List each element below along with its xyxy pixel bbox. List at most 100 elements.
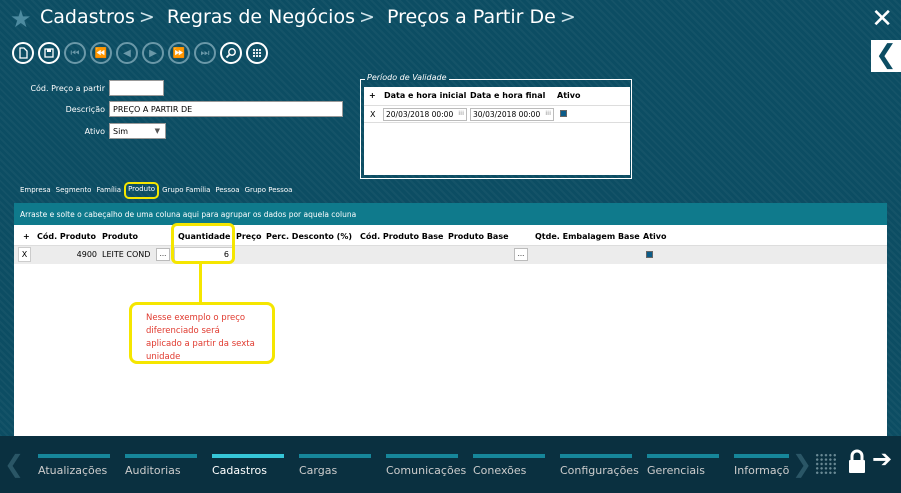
previous-icon[interactable]: ◀ [116,42,138,64]
tab-empresa[interactable]: Empresa [20,186,51,197]
nav-comunicacoes[interactable]: Comunicações [386,454,473,477]
periodo-ativo-checkbox[interactable] [560,110,567,117]
breadcrumb-item-regras[interactable]: Regras de Negócios [167,6,355,28]
tab-grupo-pessoa[interactable]: Grupo Pessoa [245,186,293,197]
nav-atualizacoes[interactable]: Atualizações [38,454,125,477]
callout-note: Nesse exemplo o preço diferenciado será … [129,302,275,364]
nav-label: Gerenciais [647,464,705,477]
nav-cadastros[interactable]: Cadastros [212,454,299,477]
breadcrumb-separator: > [358,6,375,28]
nav-bar [647,454,719,458]
periodo-title: Período de Validade [365,73,449,82]
row-remove-button[interactable]: X [18,247,31,262]
col-produto[interactable]: Produto [102,232,138,241]
periodo-grid: + Data e hora inicial Data e hora final … [364,87,630,175]
grid-header-row: + Cód. Produto Produto Quantidade Preço … [14,228,887,246]
col-qtde-embalagem[interactable]: Qtde. Embalagem Base [535,232,640,241]
nav-bar [299,454,371,458]
grid-view-icon[interactable] [246,42,268,64]
close-icon[interactable]: ✕ [871,4,893,34]
nav-bar [734,454,789,458]
header: ★ Cadastros > Regras de Negócios > Preços … [0,0,901,40]
nav-gerenciais[interactable]: Gerenciais [647,454,734,477]
chevron-down-icon: ▼ [154,127,160,135]
produto-lookup-button[interactable]: ... [156,248,170,261]
tab-produto[interactable]: Produto [124,182,160,199]
periodo-inicio-value: 20/03/2018 00:00 [386,110,454,119]
nav-label: Informações [734,464,789,477]
search-icon[interactable] [220,42,242,64]
quantidade-highlight [171,223,235,264]
periodo-inicio-input[interactable]: 20/03/2018 00:00 ⁞⁞⁞ [383,108,467,121]
cod-preco-label: Cód. Preço a partir [30,84,105,93]
periodo-add-button[interactable]: + [369,91,376,100]
next-icon[interactable]: ▶ [142,42,164,64]
periodo-fim-input[interactable]: 30/03/2018 00:00 ⁞⁞⁞ [470,108,554,121]
cell-produto[interactable]: LEITE COND [102,250,150,259]
apps-grid-icon[interactable] [815,453,837,475]
produto-base-lookup-button[interactable]: ... [514,248,528,261]
nav-label: Cadastros [212,464,267,477]
ativo-label: Ativo [84,127,105,136]
nav-bar [38,454,110,458]
periodo-header-ativo[interactable]: Ativo [557,91,580,100]
periodo-remove-button[interactable]: X [370,110,375,119]
breadcrumb-item-cadastros[interactable]: Cadastros [40,6,135,28]
ativo-select[interactable]: Sim ▼ [109,123,166,139]
new-document-icon[interactable] [12,42,34,64]
nav-bar [212,454,284,458]
col-produto-base[interactable]: Produto Base [448,232,509,241]
breadcrumb-item-precos: Preços a Partir De [386,6,556,28]
col-cod-produto-base[interactable]: Cód. Produto Base [360,232,443,241]
tab-segmento[interactable]: Segmento [56,186,92,197]
nav-informacoes[interactable]: Informações [734,454,789,477]
row-ativo-checkbox[interactable] [646,251,653,258]
favorite-star-icon[interactable]: ★ [10,5,32,33]
nav-bar [125,454,197,458]
rewind-icon[interactable]: ⏪ [90,42,112,64]
cell-cod-produto[interactable]: 4900 [37,250,97,259]
descricao-label: Descrição [65,105,105,114]
back-button[interactable]: ❮ [871,40,901,72]
cod-preco-input[interactable] [109,80,164,96]
breadcrumb-separator: > [559,6,576,28]
scroll-left-icon[interactable]: ❮ [4,450,24,478]
tab-bar: Empresa Segmento Família Produto Grupo F… [20,182,297,199]
nav-configuracoes[interactable]: Configurações [560,454,647,477]
breadcrumb: Cadastros > Regras de Negócios > Preços a … [40,6,582,28]
first-record-icon[interactable]: ⏮ [64,42,86,64]
scroll-right-icon[interactable]: ❯ [792,450,812,478]
col-perc-desconto[interactable]: Perc. Desconto (%) [266,232,352,241]
periodo-fim-value: 30/03/2018 00:00 [473,110,541,119]
nav-cargas[interactable]: Cargas [299,454,386,477]
nav-conexoes[interactable]: Conexões [473,454,560,477]
module-list: Atualizações Auditorias Cadastros Cargas… [38,454,789,477]
col-ativo[interactable]: Ativo [643,232,666,241]
callout-connector [199,264,202,302]
tab-grupo-familia[interactable]: Grupo Família [162,186,210,197]
nav-label: Comunicações [386,464,467,477]
group-panel[interactable]: Arraste e solte o cabeçalho de uma colun… [14,203,887,225]
periodo-header-inicio[interactable]: Data e hora inicial [384,91,466,100]
ativo-select-value: Sim [113,127,129,136]
save-icon[interactable] [38,42,60,64]
nav-auditorias[interactable]: Auditorias [125,454,212,477]
lock-icon[interactable] [846,448,868,476]
descricao-input[interactable]: PREÇO A PARTIR DE [109,101,343,117]
tab-pessoa[interactable]: Pessoa [215,186,239,197]
tab-familia[interactable]: Família [96,186,121,197]
bottom-nav: ❮ Atualizações Auditorias Cadastros Carg… [0,436,901,493]
calendar-icon[interactable]: ⁞⁞⁞ [458,110,464,117]
nav-label: Conexões [473,464,527,477]
last-record-icon[interactable]: ⏭ [194,42,216,64]
grid-add-button[interactable]: + [23,232,30,241]
calendar-icon[interactable]: ⁞⁞⁞ [545,110,551,117]
col-preco[interactable]: Preço [236,232,261,241]
table-row[interactable]: X 4900 LEITE COND ... 6 ... [14,246,887,264]
col-cod-produto[interactable]: Cód. Produto [37,232,96,241]
logout-arrow-icon[interactable]: ➔ [872,445,892,473]
fast-forward-icon[interactable]: ⏩ [168,42,190,64]
periodo-row: X 20/03/2018 00:00 ⁞⁞⁞ 30/03/2018 00:00 … [364,105,630,123]
breadcrumb-separator: > [138,6,155,28]
periodo-header-fim[interactable]: Data e hora final [470,91,545,100]
